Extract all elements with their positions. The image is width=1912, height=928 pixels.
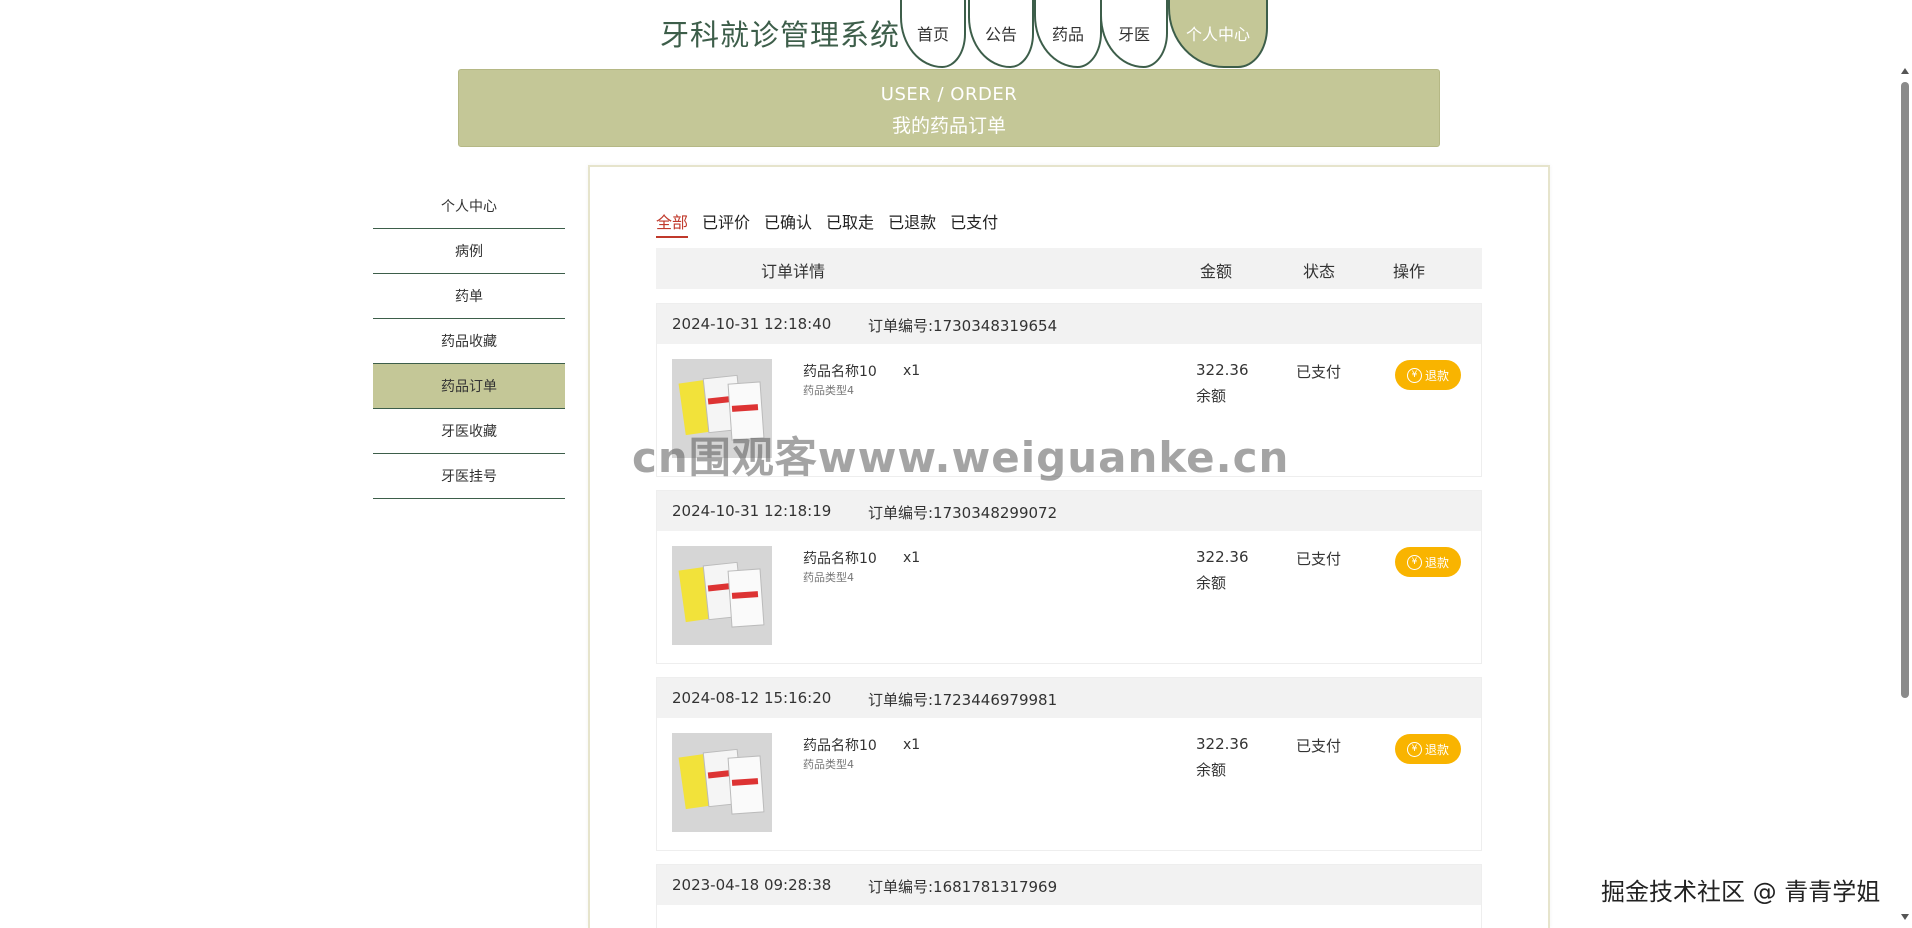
sidebar-item-dentist-booking[interactable]: 牙医挂号 [373,454,565,499]
order-header: 2024-08-12 15:16:20 订单编号:1723446979981 [657,678,1481,718]
order-card: 2024-10-31 12:18:19 订单编号:1730348299072 药… [656,490,1482,664]
refund-button[interactable]: ¥ 退款 [1395,360,1461,390]
order-header: 2024-10-31 12:18:40 订单编号:1730348319654 [657,304,1481,344]
yen-icon: ¥ [1406,554,1422,570]
product-quantity: x1 [903,737,921,753]
order-amount: 322.36 [1196,548,1249,566]
banner-english-title: USER / ORDER [880,84,1018,105]
order-header: 2023-04-18 09:28:38 订单编号:1681781317969 [657,865,1481,905]
order-time: 2024-10-31 12:18:19 [672,502,832,520]
scroll-up-arrow-icon[interactable] [1901,68,1909,74]
order-status: 已支付 [1296,363,1342,381]
sidebar-item-dentist-favorites[interactable]: 牙医收藏 [373,409,565,454]
yen-icon: ¥ [1406,367,1422,383]
order-filter-tabs: 全部 已评价 已确认 已取走 已退款 已支付 [656,209,998,238]
product-type: 药品类型4 [803,758,854,771]
refund-button[interactable]: ¥ 退款 [1395,734,1461,764]
refund-button-label: 退款 [1424,742,1449,757]
product-type: 药品类型4 [803,571,854,584]
site-title: 牙科就诊管理系统 [660,18,901,52]
sidebar-item-drug-orders[interactable]: 药品订单 [373,364,565,409]
corner-watermark: 掘金技术社区 @ 青青学姐 [1601,878,1881,906]
center-watermark: cn围观客www.weiguanke.cn [632,433,1290,482]
order-number: 订单编号:1681781317969 [868,878,1058,896]
header-amount: 金额 [1200,262,1233,281]
header-order-detail: 订单详情 [761,262,826,281]
order-time: 2023-04-18 09:28:38 [672,876,832,894]
product-name[interactable]: 药品名称10 [803,361,877,381]
sidebar-item-user-center[interactable]: 个人中心 [373,184,565,229]
sidebar-item-cases[interactable]: 病例 [373,229,565,274]
orders-table-header: 订单详情 金额 状态 操作 [656,248,1482,289]
page-scrollbar[interactable] [1898,62,1912,928]
nav-tab-home[interactable]: 首页 [900,0,966,68]
order-card: 2023-04-18 09:28:38 订单编号:1681781317969 [656,864,1482,928]
product-quantity: x1 [903,363,921,379]
order-item: 药品名称10 药品类型4 x1 322.36 余额 已支付 ¥ 退款 [657,718,1481,850]
filter-tab-picked-up[interactable]: 已取走 [826,209,874,238]
order-time: 2024-10-31 12:18:40 [672,315,832,333]
refund-button-label: 退款 [1424,368,1449,383]
header: 牙科就诊管理系统 首页 公告 药品 牙医 个人中心 [0,0,1912,70]
header-status: 状态 [1303,262,1336,281]
payment-method: 余额 [1196,574,1227,592]
payment-method: 余额 [1196,761,1227,779]
filter-tab-reviewed[interactable]: 已评价 [702,209,750,238]
refund-button-label: 退款 [1424,555,1449,570]
sidebar-item-prescriptions[interactable]: 药单 [373,274,565,319]
yen-icon: ¥ [1406,741,1422,757]
order-card: 2024-08-12 15:16:20 订单编号:1723446979981 药… [656,677,1482,851]
order-status: 已支付 [1296,737,1342,755]
order-status: 已支付 [1296,550,1342,568]
refund-button[interactable]: ¥ 退款 [1395,547,1461,577]
product-type: 药品类型4 [803,384,854,397]
page-banner: USER / ORDER 我的药品订单 [458,69,1440,147]
order-header: 2024-10-31 12:18:19 订单编号:1730348299072 [657,491,1481,531]
nav-tab-user-center[interactable]: 个人中心 [1168,0,1268,68]
order-time: 2024-08-12 15:16:20 [672,689,832,707]
filter-tab-confirmed[interactable]: 已确认 [764,209,812,238]
order-number: 订单编号:1723446979981 [868,691,1058,709]
product-name[interactable]: 药品名称10 [803,548,877,568]
orders-panel: 全部 已评价 已确认 已取走 已退款 已支付 订单详情 金额 状态 操作 202… [588,165,1550,928]
filter-tab-paid[interactable]: 已支付 [950,209,998,238]
nav-tab-drugs[interactable]: 药品 [1034,0,1102,68]
banner-chinese-title: 我的药品订单 [891,115,1006,137]
payment-method: 余额 [1196,387,1227,405]
filter-tab-refunded[interactable]: 已退款 [888,209,936,238]
nav-tab-notice[interactable]: 公告 [968,0,1034,68]
sidebar-item-drug-favorites[interactable]: 药品收藏 [373,319,565,364]
order-number: 订单编号:1730348319654 [868,317,1058,335]
product-thumbnail[interactable] [672,733,772,832]
scrollbar-thumb[interactable] [1901,82,1909,698]
order-amount: 322.36 [1196,735,1249,753]
scroll-down-arrow-icon[interactable] [1901,914,1909,920]
nav-tab-dentist[interactable]: 牙医 [1100,0,1168,68]
product-name[interactable]: 药品名称10 [803,735,877,755]
order-number: 订单编号:1730348299072 [868,504,1058,522]
sidebar-menu: 个人中心 病例 药单 药品收藏 药品订单 牙医收藏 牙医挂号 [373,184,565,499]
header-action: 操作 [1393,262,1426,281]
order-item: 药品名称10 药品类型4 x1 322.36 余额 已支付 ¥ 退款 [657,531,1481,663]
order-amount: 322.36 [1196,361,1249,379]
product-thumbnail[interactable] [672,546,772,645]
filter-tab-all[interactable]: 全部 [656,209,689,238]
product-quantity: x1 [903,550,921,566]
